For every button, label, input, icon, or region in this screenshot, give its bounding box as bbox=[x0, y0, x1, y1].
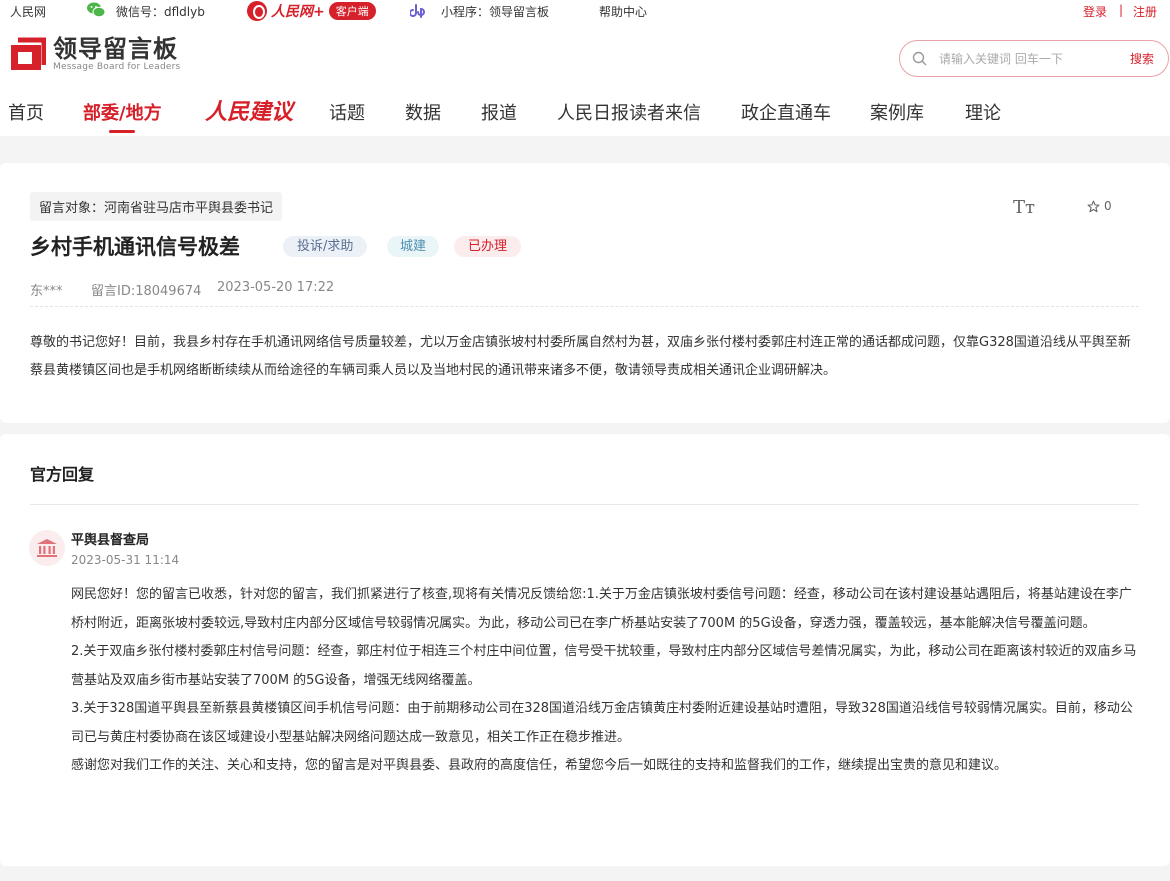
search-box: 搜索 bbox=[899, 40, 1169, 77]
nav-home[interactable]: 首页 bbox=[8, 99, 44, 125]
message-author: 东*** bbox=[30, 284, 63, 299]
miniprogram-label: 小程序：领导留言板 bbox=[441, 5, 550, 19]
rmw-client-link[interactable]: 人民网+ 客户端 bbox=[247, 1, 376, 21]
brand-subtitle: Message Board for Leaders bbox=[53, 62, 181, 72]
font-size-icon[interactable]: Tт bbox=[1013, 197, 1035, 218]
reply-paragraph: 2.关于双庙乡张付楼村委郭庄村信号问题：经查，郭庄村位于相连三个村庄中间位置，信… bbox=[71, 644, 1137, 688]
nav-people-suggestions[interactable]: 人民建议 bbox=[205, 94, 293, 126]
wechat-icon bbox=[87, 2, 106, 18]
message-target: 留言对象：河南省驻马店市平舆县委书记 bbox=[30, 192, 283, 221]
brand-title: 领导留言板 bbox=[53, 35, 178, 63]
nav-dept-local[interactable]: 部委/地方 bbox=[83, 99, 162, 125]
miniprogram-icon bbox=[410, 4, 425, 18]
nav-business-express[interactable]: 政企直通车 bbox=[741, 99, 831, 125]
help-center-link[interactable]: 帮助中心 bbox=[599, 3, 647, 20]
nav-case-library[interactable]: 案例库 bbox=[870, 99, 924, 125]
favorite-count: 0 bbox=[1104, 199, 1112, 213]
search-icon bbox=[912, 51, 927, 66]
brand-mark-icon bbox=[11, 37, 46, 70]
client-badge: 客户端 bbox=[328, 2, 376, 20]
favorite-button[interactable]: 0 bbox=[1087, 199, 1112, 213]
main-nav: 首页 部委/地方 人民建议 话题 数据 报道 人民日报读者来信 政企直通车 案例… bbox=[0, 92, 1170, 136]
tag-complaint[interactable]: 投诉/求助 bbox=[283, 236, 368, 257]
nav-reader-letters[interactable]: 人民日报读者来信 bbox=[557, 99, 701, 125]
divider bbox=[30, 306, 1139, 307]
message-title: 乡村手机通讯信号极差 bbox=[30, 235, 240, 259]
nav-data[interactable]: 数据 bbox=[405, 99, 441, 125]
reply-body: 网民您好！您的留言已收悉，针对您的留言，我们抓紧进行了核查,现将有关情况反馈给您… bbox=[71, 581, 1141, 781]
official-reply-card: 官方回复 平舆县督查局 2023-05-31 11:14 网民您好！您的留言已收… bbox=[0, 434, 1170, 866]
tag-urban-construction[interactable]: 城建 bbox=[387, 236, 440, 257]
brand-logo[interactable]: 领导留言板 Message Board for Leaders bbox=[8, 36, 180, 73]
login-link[interactable]: 登录 bbox=[1083, 3, 1107, 20]
message-datetime: 2023-05-20 17:22 bbox=[217, 280, 335, 295]
wechat-account: 微信号：dfldlyb bbox=[116, 5, 205, 19]
top-utility-bar: 人民网 微信号：dfldlyb 人民网+ 客户端 小程序：领导留言板 帮助中心 … bbox=[0, 0, 1170, 22]
nav-active-indicator bbox=[109, 130, 135, 133]
divider bbox=[30, 504, 1139, 505]
reply-organization: 平舆县督查局 bbox=[71, 533, 150, 548]
register-link[interactable]: 注册 bbox=[1133, 3, 1157, 20]
search-button[interactable]: 搜索 bbox=[1130, 50, 1154, 67]
government-building-icon bbox=[37, 539, 57, 557]
tag-status-handled: 已办理 bbox=[454, 236, 522, 257]
reply-paragraph: 感谢您对我们工作的关注、关心和支持，您的留言是对平舆县委、县政府的高度信任，希望… bbox=[71, 758, 1008, 773]
site-header: 领导留言板 Message Board for Leaders 搜索 首页 部委… bbox=[0, 22, 1170, 136]
avatar bbox=[29, 530, 65, 566]
reply-heading: 官方回复 bbox=[30, 465, 95, 484]
message-card: 留言对象：河南省驻马店市平舆县委书记 Tт 0 乡村手机通讯信号极差 投诉/求助… bbox=[0, 163, 1170, 423]
message-content: 尊敬的书记您好！目前，我县乡村存在手机通讯网络信号质量较差，尤以万金店镇张坡村村… bbox=[30, 335, 1131, 378]
reply-paragraph: 3.关于328国道平舆县至新蔡县黄楼镇区间手机信号问题：由于前期移动公司在328… bbox=[71, 701, 1133, 745]
rmw-logo-icon bbox=[247, 1, 267, 21]
message-id: 留言ID:18049674 bbox=[91, 284, 202, 299]
nav-reports[interactable]: 报道 bbox=[481, 99, 517, 125]
reply-date: 2023-05-31 11:14 bbox=[71, 553, 180, 567]
star-icon bbox=[1087, 200, 1100, 212]
rmw-script-logo: 人民网+ bbox=[271, 4, 325, 20]
nav-theory[interactable]: 理论 bbox=[965, 99, 1001, 125]
people-net-link[interactable]: 人民网 bbox=[10, 3, 46, 20]
separator: | bbox=[1119, 3, 1124, 17]
reply-paragraph: 网民您好！您的留言已收悉，针对您的留言，我们抓紧进行了核查,现将有关情况反馈给您… bbox=[71, 587, 1132, 631]
nav-topics[interactable]: 话题 bbox=[329, 99, 365, 125]
search-input[interactable] bbox=[939, 51, 1099, 66]
